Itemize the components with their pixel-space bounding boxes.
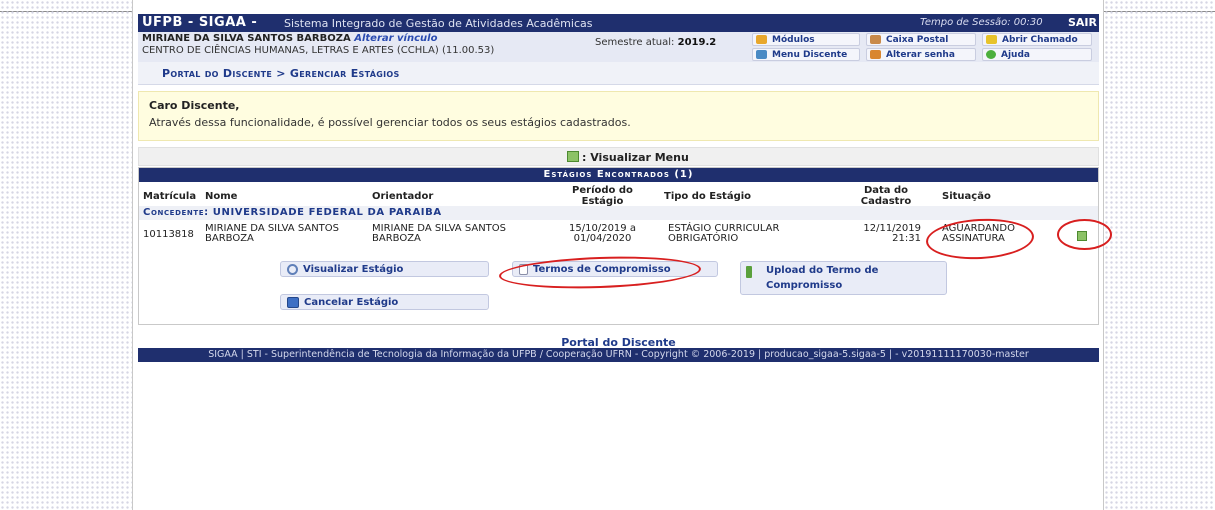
col-header-tipo: Tipo do Estágio	[664, 191, 752, 202]
col-header-nome: Nome	[205, 191, 238, 202]
change-password-button[interactable]: Alterar senha	[866, 48, 976, 61]
breadcrumb: Portal do Discente > Gerenciar Estágios	[138, 62, 1099, 85]
menu-legend-text: : Visualizar Menu	[582, 151, 689, 164]
col-header-data: Data do Cadastro	[851, 185, 921, 207]
col-header-matricula: Matrícula	[143, 191, 197, 202]
change-password-label: Alterar senha	[886, 49, 955, 60]
view-internship-button[interactable]: Visualizar Estágio	[280, 261, 489, 277]
help-icon	[986, 50, 996, 59]
upload-icon	[746, 266, 752, 278]
change-link[interactable]: Alterar vínculo	[354, 33, 437, 44]
background-pattern-right	[1104, 0, 1215, 510]
cancel-internship-button[interactable]: Cancelar Estágio	[280, 294, 489, 310]
notice-text: Através dessa funcionalidade, é possível…	[149, 116, 631, 129]
cell-matricula: 10113818	[143, 229, 194, 240]
cell-data: 12/11/2019 21:31	[851, 224, 921, 244]
cell-nome-line2: BARBOZA	[205, 233, 254, 244]
help-button[interactable]: Ajuda	[982, 48, 1092, 61]
menu-icon	[756, 50, 767, 59]
group-label: Concedente: UNIVERSIDADE FEDERAL DA PARA…	[143, 207, 442, 218]
upload-term-label-line1: Upload do Termo de	[766, 265, 879, 276]
mailbox-label: Caixa Postal	[886, 34, 949, 45]
cell-tipo: ESTÁGIO CURRICULAR OBRIGATÓRIO	[668, 224, 779, 244]
cancel-icon	[287, 296, 299, 308]
cell-nome: MIRIANE DA SILVA SANTOS BARBOZA	[205, 224, 339, 244]
col-header-situacao: Situação	[942, 191, 991, 202]
col-header-data-line1: Data do	[863, 185, 909, 196]
logout-link[interactable]: SAIR	[1068, 16, 1097, 29]
menu-legend-icon	[567, 151, 579, 162]
cancel-internship-label: Cancelar Estágio	[304, 296, 399, 308]
footer-bar: SIGAA | STI - Superintendência de Tecnol…	[138, 348, 1099, 362]
help-label: Ajuda	[1001, 49, 1030, 60]
modules-icon	[756, 35, 767, 44]
key-icon	[870, 50, 881, 59]
breadcrumb-text: Portal do Discente > Gerenciar Estágios	[162, 67, 400, 80]
menu-legend: : Visualizar Menu	[138, 147, 1099, 166]
group-header: Concedente: UNIVERSIDADE FEDERAL DA PARA…	[139, 206, 1098, 220]
col-header-periodo: Período do Estágio	[555, 185, 650, 207]
upload-term-label-line2: Compromisso	[766, 280, 843, 291]
open-ticket-button[interactable]: Abrir Chamado	[982, 33, 1092, 46]
app-header: UFPB - SIGAA - Sistema Integrado de Gest…	[138, 14, 1099, 32]
annotation-circle-menu-icon	[1057, 219, 1112, 250]
current-semester: Semestre atual: 2019.2	[595, 37, 716, 48]
student-menu-button[interactable]: Menu Discente	[752, 48, 860, 61]
cell-periodo: 15/10/2019 a 01/04/2020	[555, 224, 650, 244]
col-header-periodo-line1: Período do	[572, 185, 633, 196]
open-ticket-label: Abrir Chamado	[1002, 34, 1078, 45]
cell-tipo-line2: OBRIGATÓRIO	[668, 233, 739, 244]
view-internship-label: Visualizar Estágio	[303, 263, 404, 275]
user-center: CENTRO DE CIÊNCIAS HUMANAS, LETRAS E ART…	[142, 45, 495, 56]
user-name: MIRIANE DA SILVA SANTOS BARBOZA	[142, 33, 351, 44]
magnifier-icon	[287, 263, 298, 275]
student-menu-label: Menu Discente	[772, 49, 848, 60]
cell-orientador: MIRIANE DA SILVA SANTOS BARBOZA	[372, 224, 506, 244]
user-info: MIRIANE DA SILVA SANTOS BARBOZA Alterar …	[142, 33, 437, 44]
system-name: Sistema Integrado de Gestão de Atividade…	[284, 17, 593, 30]
modules-label: Módulos	[772, 34, 815, 45]
table-caption: Estágios Encontrados (1)	[139, 168, 1098, 182]
app-brand[interactable]: UFPB - SIGAA -	[142, 15, 257, 30]
mailbox-icon	[870, 35, 881, 44]
cell-data-line2: 21:31	[892, 233, 921, 244]
background-pattern-left	[0, 0, 132, 510]
upload-term-button[interactable]: Upload do Termo de Compromisso	[740, 261, 947, 295]
semester-value: 2019.2	[677, 37, 717, 48]
mailbox-button[interactable]: Caixa Postal	[866, 33, 976, 46]
notice-box: Caro Discente, Através dessa funcionalid…	[138, 91, 1099, 141]
semester-label: Semestre atual:	[595, 37, 675, 48]
modules-button[interactable]: Módulos	[752, 33, 860, 46]
col-header-orientador: Orientador	[372, 191, 434, 202]
cell-orientador-line2: BARBOZA	[372, 233, 421, 244]
cell-periodo-line2: 01/04/2020	[573, 233, 632, 244]
ticket-icon	[986, 35, 997, 44]
session-timer: Tempo de Sessão: 00:30	[920, 17, 1043, 28]
notice-title: Caro Discente,	[149, 99, 240, 112]
